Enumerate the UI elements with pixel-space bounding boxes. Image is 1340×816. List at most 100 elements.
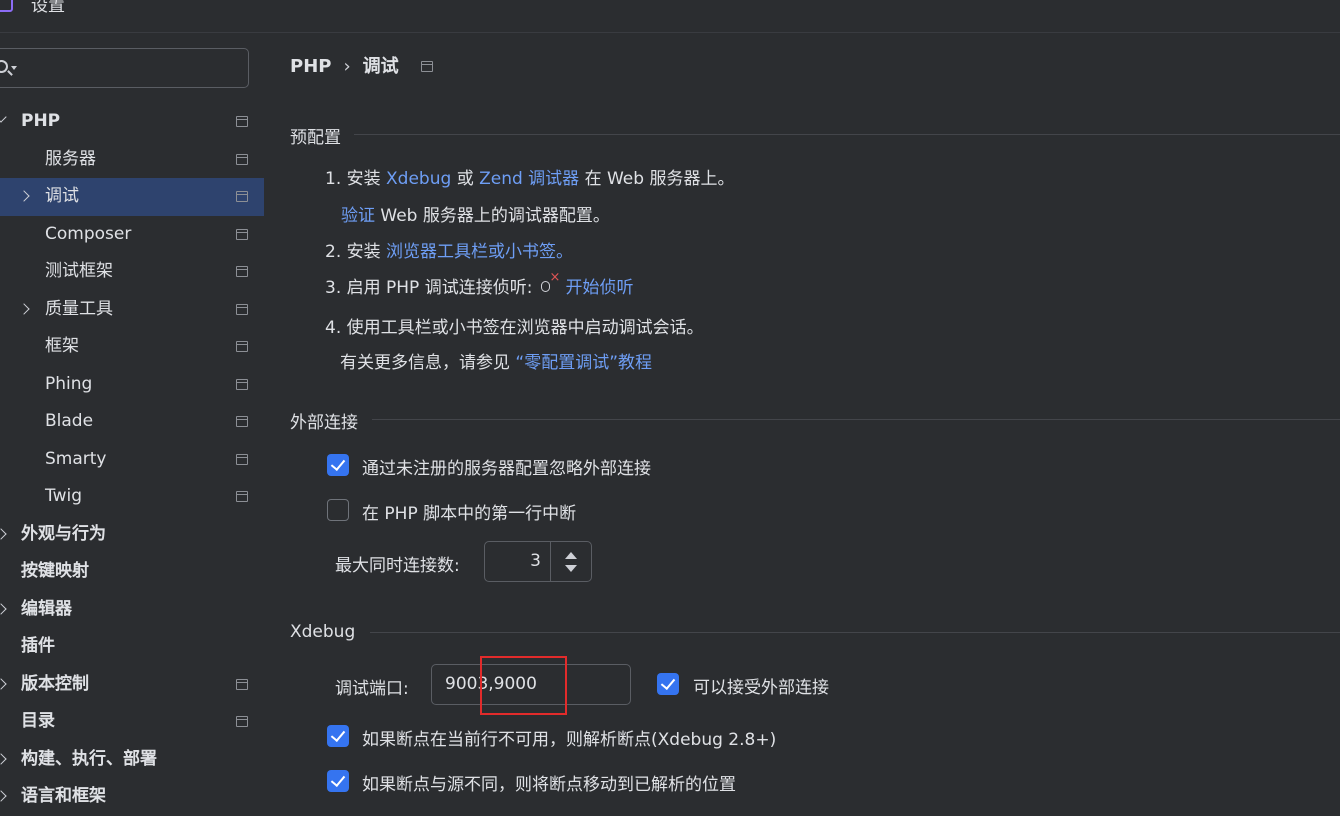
sidebar-item-label: 质量工具 xyxy=(45,298,113,319)
break-first-line-label[interactable]: 在 PHP 脚本中的第一行中断 xyxy=(362,499,576,524)
project-scope-icon xyxy=(236,716,248,727)
zero-config-tutorial-link[interactable]: “零配置调试”教程 xyxy=(515,353,652,373)
sidebar-item-label: 按键映射 xyxy=(21,561,89,581)
move-breakpoint-checkbox[interactable] xyxy=(327,770,349,792)
browser-toolbar-link[interactable]: 浏览器工具栏或小书签。 xyxy=(386,242,573,262)
decrement-arrow-icon[interactable] xyxy=(565,565,577,572)
sidebar-item-label: PHP xyxy=(21,111,61,131)
sidebar-item[interactable]: 语言和框架 xyxy=(0,778,264,816)
breadcrumb: PHP › 调试 xyxy=(290,54,433,80)
chevron-right-icon[interactable] xyxy=(0,666,9,703)
chevron-right-icon[interactable] xyxy=(0,778,9,815)
project-scope-icon xyxy=(236,678,248,690)
project-scope-icon xyxy=(236,116,248,127)
break-first-line-checkbox[interactable] xyxy=(327,499,349,521)
sidebar-item[interactable]: 按键映射 xyxy=(0,553,264,591)
window-title: 设置 xyxy=(31,0,65,16)
sidebar-item-label: 外观与行为 xyxy=(21,523,106,544)
settings-search-input[interactable] xyxy=(0,48,249,88)
zend-debugger-link[interactable]: Zend 调试器 xyxy=(479,169,579,189)
sidebar-item-label: 构建、执行、部署 xyxy=(21,748,157,769)
ignore-unregistered-checkbox[interactable] xyxy=(327,454,349,476)
settings-sidebar: PHP 服务器调试 Composer 测试框架质量工具框架 Phing Blade Smar… xyxy=(0,33,264,806)
chevron-right-icon[interactable] xyxy=(18,291,32,328)
xdebug-link[interactable]: Xdebug xyxy=(386,169,451,189)
verify-link[interactable]: 验证 xyxy=(341,206,375,226)
project-scope-icon xyxy=(236,303,248,315)
start-listening-bug-icon[interactable]: × xyxy=(538,270,560,295)
project-scope-icon xyxy=(236,491,248,502)
sidebar-item-label: 版本控制 xyxy=(21,673,89,694)
chevron-right-icon[interactable] xyxy=(0,591,9,628)
sidebar-item[interactable]: 测试框架 xyxy=(0,253,264,291)
sidebar-item-label: 框架 xyxy=(45,336,79,356)
sidebar-item[interactable]: 质量工具 xyxy=(0,291,264,329)
sidebar-item-label: 插件 xyxy=(21,636,55,656)
breadcrumb-parent[interactable]: PHP xyxy=(290,54,331,80)
sidebar-item-label: 服务器 xyxy=(45,148,96,169)
preconfig-step-4: 4. 使用工具栏或小书签在浏览器中启动调试会话。 xyxy=(325,318,704,338)
annotation-highlight-box xyxy=(480,656,567,715)
sidebar-item-label: Smarty xyxy=(45,448,107,469)
project-scope-icon xyxy=(236,378,248,390)
project-scope-icon xyxy=(236,453,248,465)
sidebar-item-label: 调试 xyxy=(45,186,79,206)
sidebar-item[interactable]: 服务器 xyxy=(0,141,264,179)
resolve-breakpoint-checkbox[interactable] xyxy=(327,725,349,747)
preconfig-more-info: 有关更多信息，请参见 “零配置调试”教程 xyxy=(340,353,653,373)
resolve-breakpoint-label[interactable]: 如果断点在当前行不可用，则解析断点(Xdebug 2.8+) xyxy=(362,725,776,750)
project-scope-icon xyxy=(236,228,248,240)
start-listening-link[interactable]: 开始侦听 xyxy=(565,278,633,298)
chevron-down-icon[interactable] xyxy=(0,103,9,140)
project-scope-icon xyxy=(420,61,433,72)
chevron-right-icon[interactable] xyxy=(18,178,32,215)
increment-arrow-icon[interactable] xyxy=(565,552,577,559)
section-divider xyxy=(354,134,1340,135)
settings-content: PHP › 调试 预配置 1. 安装 Xdebug 或 Zend 调试器 在 Web… xyxy=(264,33,1340,802)
sidebar-item[interactable]: 插件 xyxy=(0,628,264,666)
sidebar-item[interactable]: 目录 xyxy=(0,703,264,741)
section-title-external: 外部连接 xyxy=(290,413,358,433)
sidebar-item-label: 编辑器 xyxy=(21,598,72,619)
sidebar-item[interactable]: 编辑器 xyxy=(0,591,264,629)
search-options-caret-icon[interactable] xyxy=(11,66,17,70)
breadcrumb-separator: › xyxy=(343,56,351,77)
sidebar-item[interactable]: Twig xyxy=(0,478,264,516)
app-logo-icon xyxy=(0,0,13,12)
max-connections-value[interactable]: 3 xyxy=(530,551,541,571)
section-divider xyxy=(372,419,1340,420)
chevron-right-icon[interactable] xyxy=(0,741,9,778)
sidebar-item[interactable]: 框架 xyxy=(0,328,264,366)
accept-external-checkbox[interactable] xyxy=(657,673,679,695)
sidebar-item[interactable]: Composer xyxy=(0,216,264,254)
chevron-right-icon[interactable] xyxy=(0,516,9,553)
sidebar-item[interactable]: Smarty xyxy=(0,441,264,479)
title-bar: 设置 xyxy=(0,0,1340,33)
move-breakpoint-label[interactable]: 如果断点与源不同，则将断点移动到已解析的位置 xyxy=(362,770,736,795)
preconfig-verify: 验证 Web 服务器上的调试器配置。 xyxy=(341,206,610,226)
sidebar-item-label: Blade xyxy=(45,411,94,431)
project-scope-icon xyxy=(236,191,248,202)
ignore-unregistered-label[interactable]: 通过未注册的服务器配置忽略外部连接 xyxy=(362,454,651,479)
sidebar-item[interactable]: 调试 xyxy=(0,178,264,216)
search-icon[interactable] xyxy=(0,60,8,73)
max-connections-stepper[interactable]: 3 xyxy=(484,541,592,582)
sidebar-item[interactable]: PHP xyxy=(0,103,264,141)
sidebar-item-label: Composer xyxy=(45,223,132,244)
project-scope-icon xyxy=(236,266,248,277)
section-divider xyxy=(370,632,1340,633)
preconfig-step-2: 2. 安装 浏览器工具栏或小书签。 xyxy=(325,242,574,262)
preconfig-step-1: 1. 安装 Xdebug 或 Zend 调试器 在 Web 服务器上。 xyxy=(325,169,735,189)
sidebar-item[interactable]: 构建、执行、部署 xyxy=(0,741,264,779)
sidebar-item-label: 语言和框架 xyxy=(21,786,106,806)
accept-external-label[interactable]: 可以接受外部连接 xyxy=(693,673,829,698)
project-scope-icon xyxy=(236,153,248,165)
section-title-xdebug: Xdebug xyxy=(290,622,356,642)
sidebar-item[interactable]: Phing xyxy=(0,366,264,404)
max-connections-label: 最大同时连接数: xyxy=(335,556,460,576)
sidebar-item[interactable]: Blade xyxy=(0,403,264,441)
sidebar-item[interactable]: 版本控制 xyxy=(0,666,264,704)
preconfig-step-3: 3. 启用 PHP 调试连接侦听: × 开始侦听 xyxy=(325,270,634,298)
settings-tree: PHP 服务器调试 Composer 测试框架质量工具框架 Phing Blade Smar… xyxy=(0,103,264,816)
sidebar-item[interactable]: 外观与行为 xyxy=(0,516,264,554)
